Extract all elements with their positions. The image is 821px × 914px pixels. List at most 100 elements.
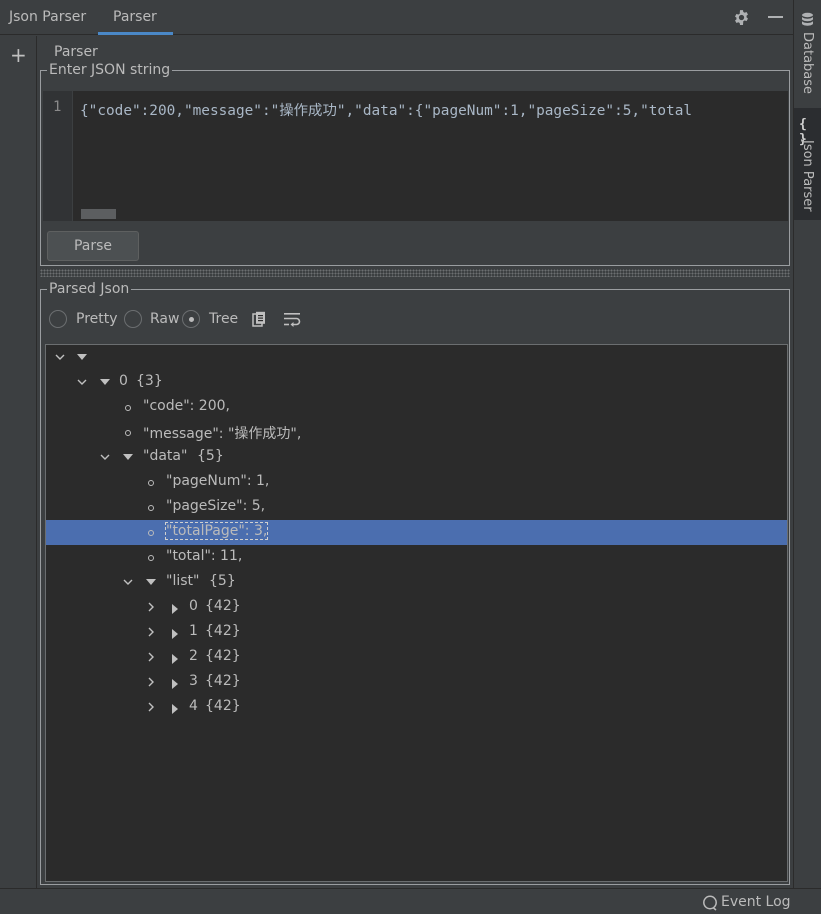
tree-node-count: {42} (205, 598, 241, 614)
chevron-right-icon[interactable] (146, 702, 156, 712)
collapse-triangle-icon (172, 654, 178, 664)
panel-splitter[interactable] (40, 269, 790, 277)
enter-json-panel: Enter JSON string 1 {"code":200,"message… (40, 61, 790, 266)
tree-node-count: {3} (136, 373, 163, 389)
tree-node-count: {5} (209, 573, 236, 589)
collapse-triangle-icon (172, 604, 178, 614)
expand-triangle-icon (123, 454, 133, 460)
tree-leaf-label: "totalPage": 3, (164, 522, 269, 540)
tree-node-label: 2 (189, 648, 198, 664)
tree-leaf-label: "total": 11, (166, 548, 243, 564)
tree-node-label: 0 (119, 373, 128, 389)
leaf-bullet-icon (125, 430, 131, 436)
line-number-gutter: 1 (43, 91, 73, 221)
tree-node-collapsed[interactable]: 1 {42} (46, 620, 787, 645)
chevron-down-icon[interactable] (123, 577, 133, 587)
leaf-bullet-icon (148, 505, 154, 511)
tree-node-count: {42} (205, 673, 241, 689)
left-toolbar: + (0, 36, 37, 888)
tree-node-collapsed[interactable]: 0 {42} (46, 595, 787, 620)
parse-button[interactable]: Parse (47, 231, 139, 261)
tree-leaf-label: "pageNum": 1, (166, 473, 270, 489)
tree-node-collapsed[interactable]: 3 {42} (46, 670, 787, 695)
expand-triangle-icon (77, 354, 87, 360)
chevron-down-icon[interactable] (55, 352, 65, 362)
view-mode-selector: Pretty Raw Tree (49, 310, 349, 330)
soft-wrap-icon[interactable] (283, 312, 301, 328)
radio-pretty[interactable] (49, 310, 67, 328)
leaf-bullet-icon (148, 480, 154, 486)
radio-tree[interactable] (182, 310, 200, 328)
tree-node-collapsed[interactable]: 2 {42} (46, 645, 787, 670)
database-icon (802, 12, 813, 26)
leaf-bullet-icon (125, 405, 131, 411)
horizontal-scrollbar[interactable] (81, 209, 116, 219)
tree-node-collapsed[interactable]: 4 {42} (46, 695, 787, 720)
tree-node-count: {5} (197, 448, 224, 464)
chevron-right-icon[interactable] (146, 602, 156, 612)
tree-node-root[interactable] (46, 345, 787, 370)
chevron-right-icon[interactable] (146, 677, 156, 687)
json-input-editor[interactable]: 1 {"code":200,"message":"操作成功","data":{"… (43, 91, 788, 221)
tree-leaf-selected[interactable]: "totalPage": 3, (46, 520, 787, 545)
line-number: 1 (53, 99, 62, 115)
json-input-text: {"code":200,"message":"操作成功","data":{"pa… (80, 103, 693, 119)
radio-tree-label[interactable]: Tree (209, 311, 238, 327)
tree-node[interactable]: 0 {3} (46, 370, 787, 395)
tab-parser-content[interactable]: Parser (54, 44, 98, 60)
tool-window-title: Json Parser (9, 9, 87, 25)
tree-leaf[interactable]: "pageSize": 5, (46, 495, 787, 520)
tool-window-header: Json Parser Parser (0, 0, 793, 35)
leaf-bullet-icon (148, 530, 154, 536)
radio-pretty-label[interactable]: Pretty (76, 311, 118, 327)
parsed-json-title: Parsed Json (47, 280, 132, 298)
parsed-json-panel: Parsed Json Pretty Raw Tree 0 {3} "code"… (40, 280, 790, 885)
tree-node-count: {42} (205, 648, 241, 664)
tree-leaf[interactable]: "code": 200, (46, 395, 787, 420)
tab-parser[interactable]: Parser (98, 0, 173, 35)
tree-leaf-label: "code": 200, (143, 398, 230, 414)
collapse-triangle-icon (172, 629, 178, 639)
enter-json-title: Enter JSON string (47, 61, 173, 79)
tree-leaf[interactable]: "total": 11, (46, 545, 787, 570)
status-bar: Event Log (0, 888, 821, 914)
stripe-database-label: Database (800, 32, 815, 95)
add-icon[interactable]: + (10, 45, 27, 65)
stripe-database[interactable]: Database (794, 0, 821, 100)
tree-leaf[interactable]: "message": "操作成功", (46, 420, 787, 445)
tree-leaf-label: "pageSize": 5, (166, 498, 266, 514)
event-log-label: Event Log (721, 894, 791, 910)
right-tool-stripe: Database { } Json Parser (793, 0, 821, 888)
tree-node-label: 0 (189, 598, 198, 614)
collapse-triangle-icon (172, 704, 178, 714)
tree-node-label: 4 (189, 698, 198, 714)
stripe-json-parser[interactable]: { } Json Parser (794, 108, 821, 220)
radio-raw-label[interactable]: Raw (150, 311, 179, 327)
expand-triangle-icon (100, 379, 110, 385)
chevron-right-icon[interactable] (146, 627, 156, 637)
tree-node[interactable]: "data" {5} (46, 445, 787, 470)
event-log-icon (703, 895, 717, 911)
tree-leaf[interactable]: "pageNum": 1, (46, 470, 787, 495)
tree-leaf-label: "message": "操作成功", (143, 426, 302, 442)
tree-node-label: 3 (189, 673, 198, 689)
collapse-triangle-icon (172, 679, 178, 689)
stripe-json-parser-label: Json Parser (800, 140, 815, 212)
leaf-bullet-icon (148, 555, 154, 561)
gear-icon[interactable] (733, 9, 750, 26)
tree-node[interactable]: "list" {5} (46, 570, 787, 595)
chevron-down-icon[interactable] (100, 452, 110, 462)
minimize-icon[interactable] (768, 16, 783, 18)
tab-parser-label: Parser (113, 9, 157, 25)
tree-node-count: {42} (205, 623, 241, 639)
tree-node-label: "data" (143, 448, 188, 464)
tree-node-label: 1 (189, 623, 198, 639)
tree-node-count: {42} (205, 698, 241, 714)
chevron-right-icon[interactable] (146, 652, 156, 662)
json-tree-view[interactable]: 0 {3} "code": 200, "message": "操作成功", "d… (45, 344, 788, 882)
tree-node-label: "list" (166, 573, 200, 589)
radio-raw[interactable] (124, 310, 142, 328)
copy-icon[interactable] (252, 311, 267, 328)
chevron-down-icon[interactable] (77, 377, 87, 387)
active-tab-indicator (98, 32, 173, 35)
